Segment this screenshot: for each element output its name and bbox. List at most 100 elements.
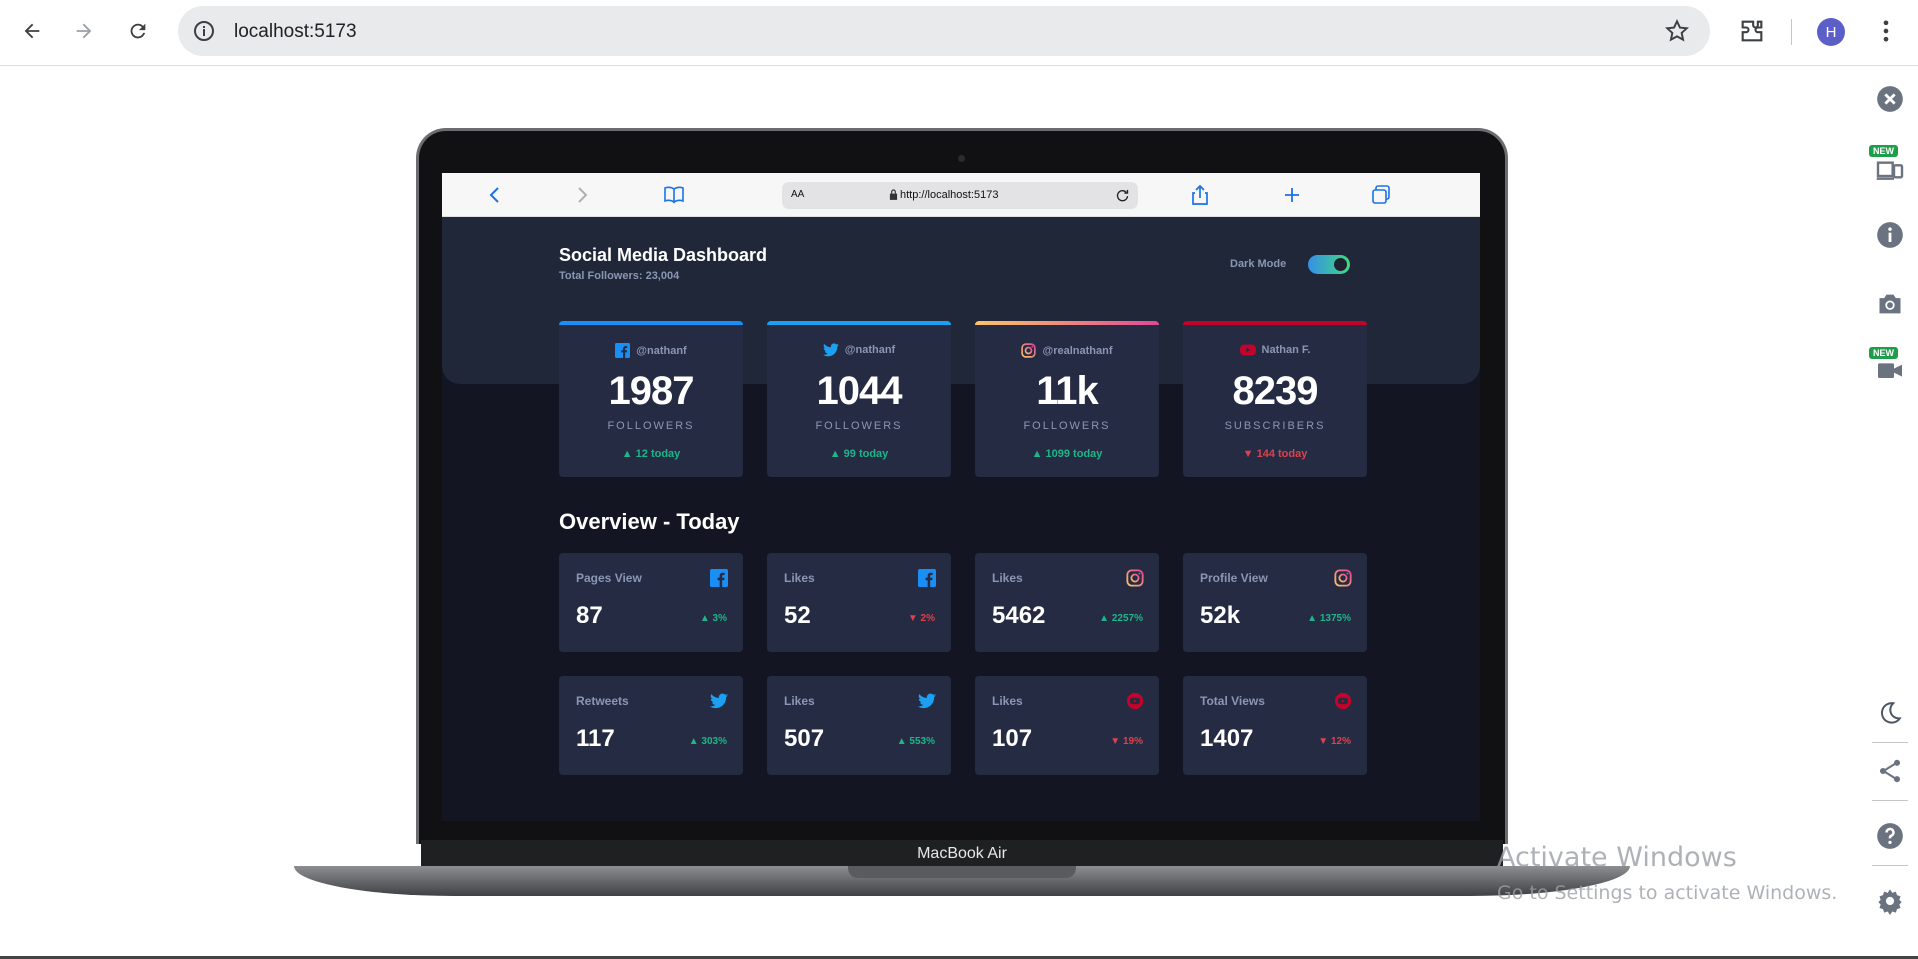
overview-delta: ▲ 303% [689, 736, 727, 747]
overview-card[interactable]: Pages View 87 ▲ 3% [559, 553, 743, 652]
follower-delta: ▲ 12 today [559, 448, 743, 460]
follower-count: 8239 [1232, 369, 1319, 413]
bookmark-star-icon[interactable] [1664, 18, 1690, 44]
overview-delta: ▼ 12% [1318, 736, 1351, 747]
reload-icon [130, 23, 146, 39]
reload-icon[interactable] [1115, 188, 1130, 203]
overview-value: 107 [992, 725, 1033, 752]
facebook-icon [710, 569, 728, 587]
delta-text: 553% [909, 736, 935, 747]
overview-delta: ▲ 1375% [1307, 613, 1351, 624]
chevron-right-icon[interactable] [570, 183, 594, 207]
plus-icon[interactable] [1280, 183, 1304, 207]
activate-windows-title: Activate Windows [1497, 842, 1737, 873]
profile-avatar[interactable]: H [1817, 18, 1845, 46]
overview-delta: ▲ 3% [700, 613, 727, 624]
caret-up-icon: ▲ [699, 613, 713, 624]
share-button[interactable] [1874, 755, 1906, 787]
reload-button[interactable] [122, 15, 154, 47]
caret-up-icon: ▲ [1031, 448, 1046, 460]
overview-card[interactable]: Retweets 117 ▲ 303% [559, 676, 743, 775]
caret-up-icon: ▲ [896, 736, 910, 747]
close-panel-button[interactable] [1874, 83, 1906, 115]
overview-title: Overview - Today [559, 509, 740, 534]
delta-text: 12% [1330, 736, 1351, 747]
share-icon[interactable] [1188, 183, 1212, 207]
arrow-right-icon [76, 23, 92, 39]
safari-toolbar: AA http://localhost:5173 [442, 173, 1480, 217]
follower-card-twitter[interactable]: @nathanf 1044 FOLLOWERS ▲ 99 today [767, 321, 951, 477]
instagram-icon [1334, 569, 1352, 587]
tabs-icon[interactable] [1369, 183, 1393, 207]
overview-card[interactable]: Total Views 1407 ▼ 12% [1183, 676, 1367, 775]
follower-card-instagram[interactable]: @realnathanf 11k FOLLOWERS ▲ 1099 today [975, 321, 1159, 477]
share-icon [1879, 759, 1901, 783]
overview-card[interactable]: Likes 5462 ▲ 2257% [975, 553, 1159, 652]
facebook-icon [918, 569, 936, 587]
overview-label: Likes [784, 694, 815, 708]
overview-label: Total Views [1200, 694, 1265, 708]
card-handle: @nathanf [767, 343, 951, 357]
site-info-icon[interactable] [192, 19, 216, 43]
overview-value: 507 [784, 725, 825, 752]
activate-windows-subtitle: Go to Settings to activate Windows. [1497, 882, 1838, 904]
dark-mode-toggle[interactable] [1308, 255, 1350, 274]
youtube-icon [1239, 344, 1256, 356]
twitter-icon [710, 693, 728, 709]
follower-card-youtube[interactable]: Nathan F. 8239 SUBSCRIBERS ▼ 144 today [1183, 321, 1367, 477]
reader-text-size[interactable]: AA [791, 189, 804, 200]
devices-button[interactable]: NEW [1869, 145, 1906, 184]
follower-unit: FOLLOWERS [1023, 420, 1111, 432]
overview-delta: ▼ 19% [1110, 736, 1143, 747]
facebook-icon [615, 343, 631, 358]
follower-unit: SUBSCRIBERS [1224, 420, 1326, 432]
caret-up-icon: ▲ [621, 448, 636, 460]
record-button[interactable]: NEW [1869, 347, 1906, 386]
address-bar[interactable]: localhost:5173 [178, 6, 1710, 56]
overview-value: 87 [576, 602, 603, 629]
lock-icon [889, 189, 898, 200]
follower-card-facebook[interactable]: @nathanf 1987 FOLLOWERS ▲ 12 today [559, 321, 743, 477]
follower-delta: ▼ 144 today [1183, 448, 1367, 460]
follower-count: 1987 [608, 369, 695, 413]
overview-card[interactable]: Likes 52 ▼ 2% [767, 553, 951, 652]
follower-unit: FOLLOWERS [607, 420, 695, 432]
handle-text: @nathanf [844, 344, 896, 356]
overview-card[interactable]: Likes 507 ▲ 553% [767, 676, 951, 775]
overview-delta: ▲ 553% [897, 736, 935, 747]
extensions-icon[interactable] [1738, 17, 1766, 45]
handle-text: @realnathanf [1042, 344, 1113, 357]
laptop-screen: AA http://localhost:5173 Social Media Da… [442, 173, 1480, 821]
safari-url-text[interactable]: http://localhost:5173 [900, 189, 998, 201]
forward-button[interactable] [68, 15, 100, 47]
caret-up-icon: ▲ [688, 736, 702, 747]
screenshot-button[interactable] [1874, 288, 1906, 320]
follower-count: 11k [1036, 369, 1099, 413]
theme-toggle-button[interactable] [1874, 697, 1906, 729]
follower-delta: ▲ 99 today [767, 448, 951, 460]
card-accent-bar [1183, 321, 1367, 325]
card-accent-bar [559, 321, 743, 325]
overview-card[interactable]: Likes 107 ▼ 19% [975, 676, 1159, 775]
safari-address-bar[interactable]: AA http://localhost:5173 [782, 182, 1138, 209]
overview-value: 117 [576, 725, 615, 752]
overview-card[interactable]: Profile View 52k ▲ 1375% [1183, 553, 1367, 652]
help-button[interactable] [1874, 820, 1906, 852]
more-menu-icon[interactable] [1872, 17, 1900, 45]
info-button[interactable] [1874, 219, 1906, 251]
card-accent-bar [767, 321, 951, 325]
overview-value: 5462 [992, 602, 1046, 629]
caret-down-icon: ▼ [1318, 736, 1331, 747]
back-button[interactable] [16, 15, 48, 47]
address-text[interactable]: localhost:5173 [234, 21, 357, 43]
delta-text: 2% [920, 613, 935, 624]
overview-delta: ▲ 2257% [1099, 613, 1143, 624]
overview-value: 52 [784, 602, 811, 629]
overview-label: Profile View [1200, 571, 1268, 585]
book-icon[interactable] [662, 183, 686, 207]
delta-text: 99 today [843, 448, 889, 460]
overview-label: Likes [784, 571, 815, 585]
dashboard: Social Media Dashboard Total Followers: … [442, 217, 1480, 821]
settings-button[interactable] [1874, 885, 1906, 917]
chevron-left-icon[interactable] [483, 183, 507, 207]
